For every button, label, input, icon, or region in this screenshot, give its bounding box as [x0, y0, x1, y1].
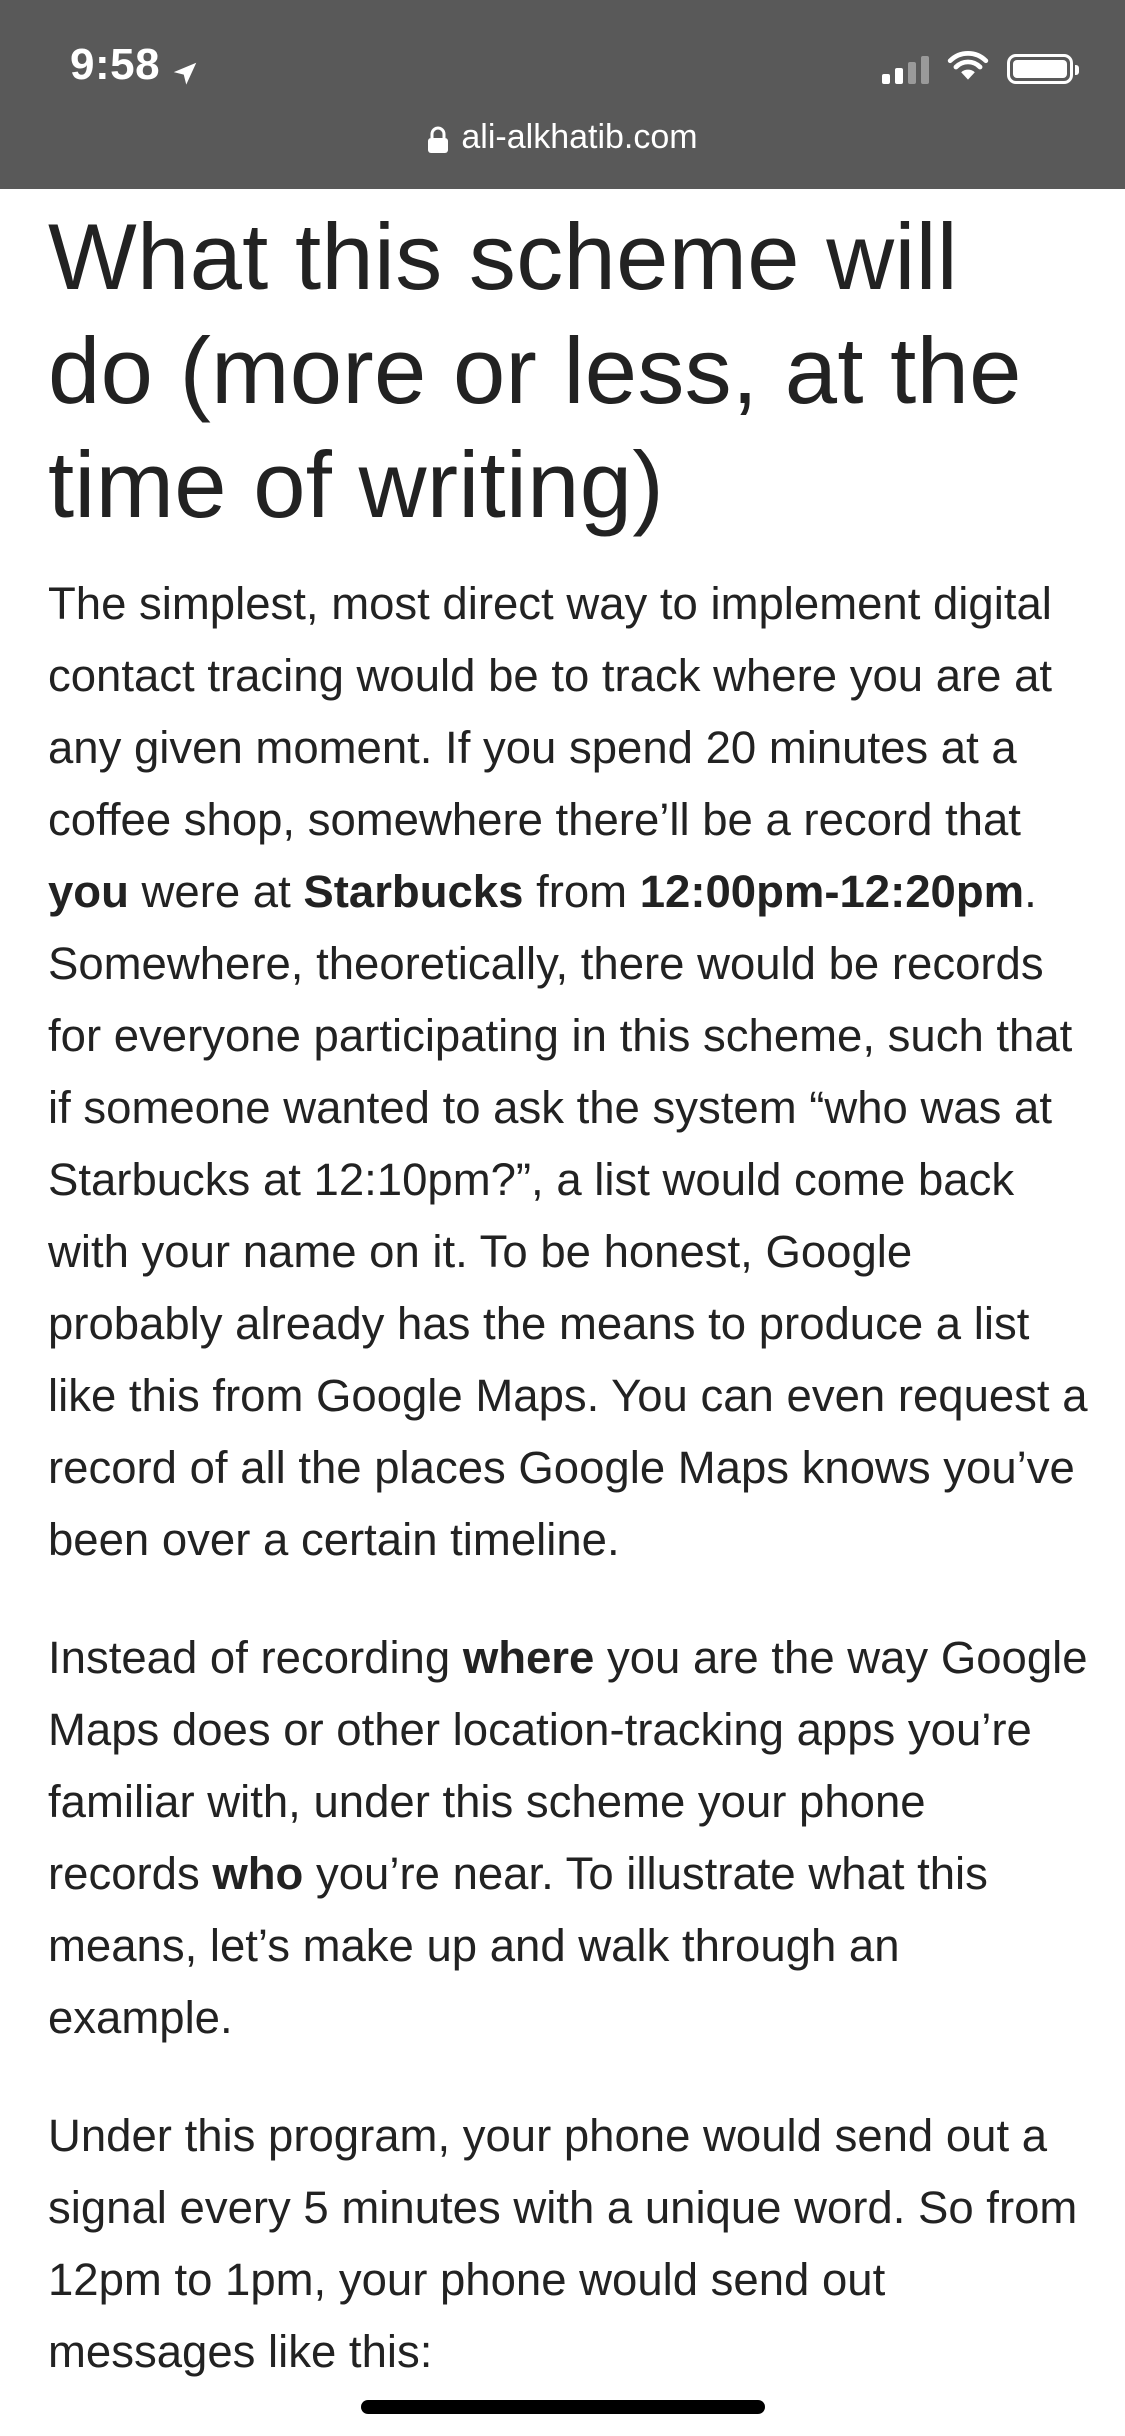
lock-icon [427, 124, 449, 153]
paragraph-1-text-1: The simplest, most direct way to impleme… [48, 578, 1053, 845]
paragraph-1-text-2: were at [128, 866, 304, 917]
paragraph-2: Instead of recording where you are the w… [48, 1622, 1088, 2054]
browser-chrome: 9:58 ali-alkhatib.com [0, 0, 1125, 189]
paragraph-1: The simplest, most direct way to impleme… [48, 568, 1088, 1576]
status-time: 9:58 [70, 40, 161, 89]
article-content: What this scheme will do (more or less, … [48, 200, 1088, 2388]
paragraph-1-bold-time: 12:00pm-12:20pm [639, 866, 1025, 917]
url-domain[interactable]: ali-alkhatib.com [461, 118, 697, 157]
url-bar[interactable]: ali-alkhatib.com [0, 118, 1125, 157]
paragraph-1-bold-starbucks: Starbucks [303, 866, 524, 917]
paragraph-3-text-1: Under this program, your phone would sen… [48, 2110, 1078, 2377]
location-arrow-icon [170, 50, 200, 85]
paragraph-2-text-1: Instead of recording [48, 1632, 463, 1683]
paragraph-1-bold-you: you [48, 866, 129, 917]
battery-level [1013, 59, 1067, 78]
paragraph-1-text-3: from [523, 866, 640, 917]
status-indicators [882, 50, 1079, 87]
home-indicator[interactable] [361, 2400, 765, 2414]
paragraph-2-bold-where: where [462, 1632, 595, 1683]
cellular-signal-icon [882, 54, 929, 84]
paragraph-1-text-4: . Somewhere, theoretically, there would … [48, 866, 1088, 1565]
paragraph-3: Under this program, your phone would sen… [48, 2100, 1088, 2388]
section-heading: What this scheme will do (more or less, … [48, 204, 1022, 537]
battery-icon [1007, 53, 1079, 84]
status-time-group: 9:58 [70, 40, 200, 90]
wifi-icon [947, 50, 989, 87]
paragraph-2-bold-who: who [212, 1848, 304, 1899]
